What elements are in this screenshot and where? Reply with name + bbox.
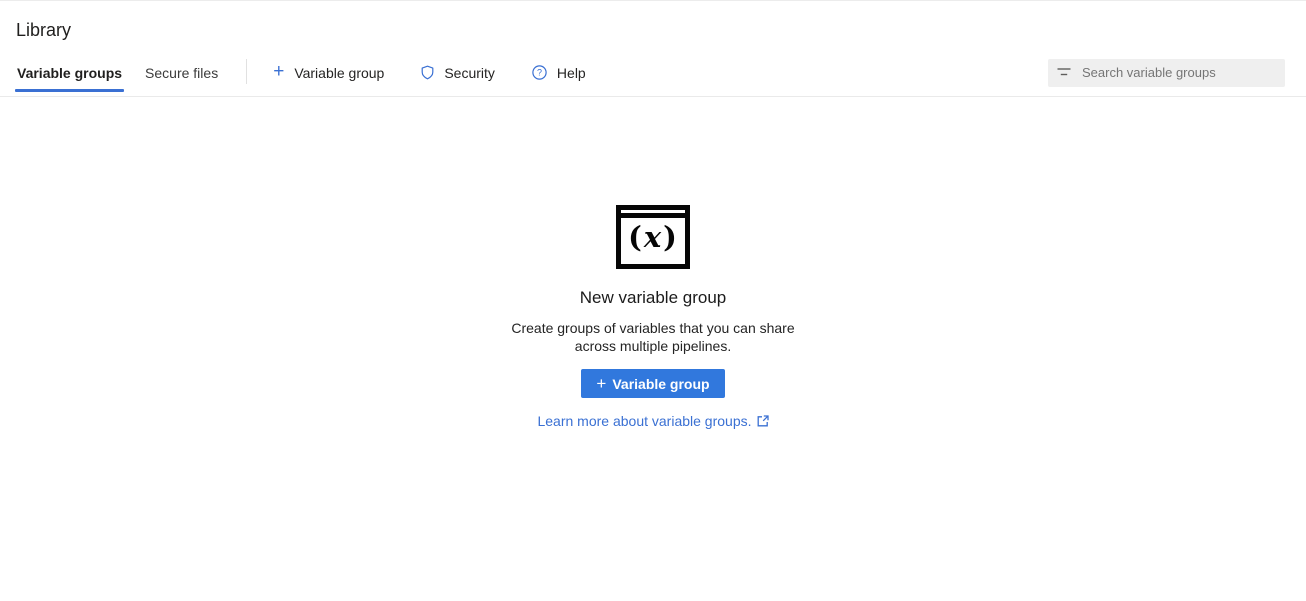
new-variable-group-button-label: Variable group: [612, 376, 709, 392]
external-link-icon: [757, 415, 769, 427]
variable-group-button-label: Variable group: [294, 65, 384, 81]
empty-state: (x) New variable group Create groups of …: [0, 97, 1306, 429]
svg-text:?: ?: [537, 68, 542, 78]
empty-state-description-line1: Create groups of variables that you can …: [511, 319, 794, 337]
page-title: Library: [16, 20, 1290, 41]
empty-state-title: New variable group: [580, 288, 726, 308]
tab-secure-files-label: Secure files: [145, 65, 218, 81]
plus-icon: +: [273, 62, 284, 81]
plus-icon: +: [596, 375, 606, 392]
variable-group-button[interactable]: + Variable group: [273, 49, 384, 96]
search-input[interactable]: [1080, 64, 1276, 81]
learn-more-link[interactable]: Learn more about variable groups.: [537, 413, 768, 429]
tab-secure-files[interactable]: Secure files: [144, 49, 219, 96]
security-button[interactable]: Security: [421, 49, 495, 96]
variable-group-icon-glyph: (x): [621, 218, 685, 259]
help-button-label: Help: [557, 65, 586, 81]
new-variable-group-button[interactable]: + Variable group: [581, 369, 724, 398]
help-button[interactable]: ? Help: [532, 49, 586, 96]
help-circle-icon: ?: [532, 65, 547, 80]
filter-icon: [1057, 67, 1071, 78]
tab-variable-groups[interactable]: Variable groups: [16, 49, 123, 96]
tab-variable-groups-label: Variable groups: [17, 65, 122, 81]
shield-icon: [421, 65, 434, 80]
toolbar-divider: [246, 59, 247, 84]
tab-bar: Variable groups Secure files: [16, 49, 240, 96]
variable-group-icon: (x): [616, 205, 690, 269]
empty-state-description-line2: across multiple pipelines.: [511, 337, 794, 355]
search-box[interactable]: [1048, 59, 1285, 87]
command-bar: Variable groups Secure files + Variable …: [0, 49, 1306, 97]
variable-group-icon-titlebar: [621, 210, 685, 218]
empty-state-description: Create groups of variables that you can …: [511, 319, 794, 355]
learn-more-link-label: Learn more about variable groups.: [537, 413, 751, 429]
app-header: Library: [0, 1, 1306, 49]
security-button-label: Security: [444, 65, 495, 81]
